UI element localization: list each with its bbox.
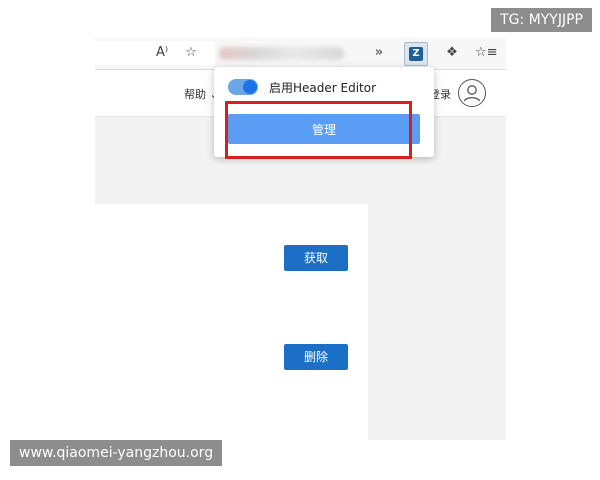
watermark-top: TG: MYYJJPP xyxy=(491,8,592,32)
add-favorite-icon[interactable]: ☆ xyxy=(182,44,200,62)
enable-toggle-label: 启用Header Editor xyxy=(269,81,377,95)
user-icon xyxy=(463,85,481,102)
highlight-box xyxy=(225,101,412,159)
watermark-bottom: www.qiaomei-yangzhou.org xyxy=(10,440,223,466)
favorites-icon[interactable]: ☆≡ xyxy=(475,44,498,62)
browser-toolbar: A⁾ ☆ » Z ❖ ☆≡ xyxy=(95,38,506,70)
blurred-extension-icons xyxy=(219,47,344,60)
header-editor-badge: Z xyxy=(409,47,423,61)
content-panel: 获取 删除 xyxy=(95,204,368,440)
nav-help-label: 帮助 xyxy=(184,88,206,101)
enable-toggle[interactable] xyxy=(228,79,258,95)
extensions-icon[interactable]: ❖ xyxy=(443,44,461,62)
fetch-button[interactable]: 获取 xyxy=(284,245,348,271)
forward-arrows-icon[interactable]: » xyxy=(370,44,388,62)
toggle-knob xyxy=(243,80,257,94)
avatar[interactable] xyxy=(458,79,486,107)
delete-button[interactable]: 删除 xyxy=(284,344,348,370)
read-aloud-icon[interactable]: A⁾ xyxy=(153,44,171,62)
header-editor-extension-icon[interactable]: Z xyxy=(404,42,428,66)
